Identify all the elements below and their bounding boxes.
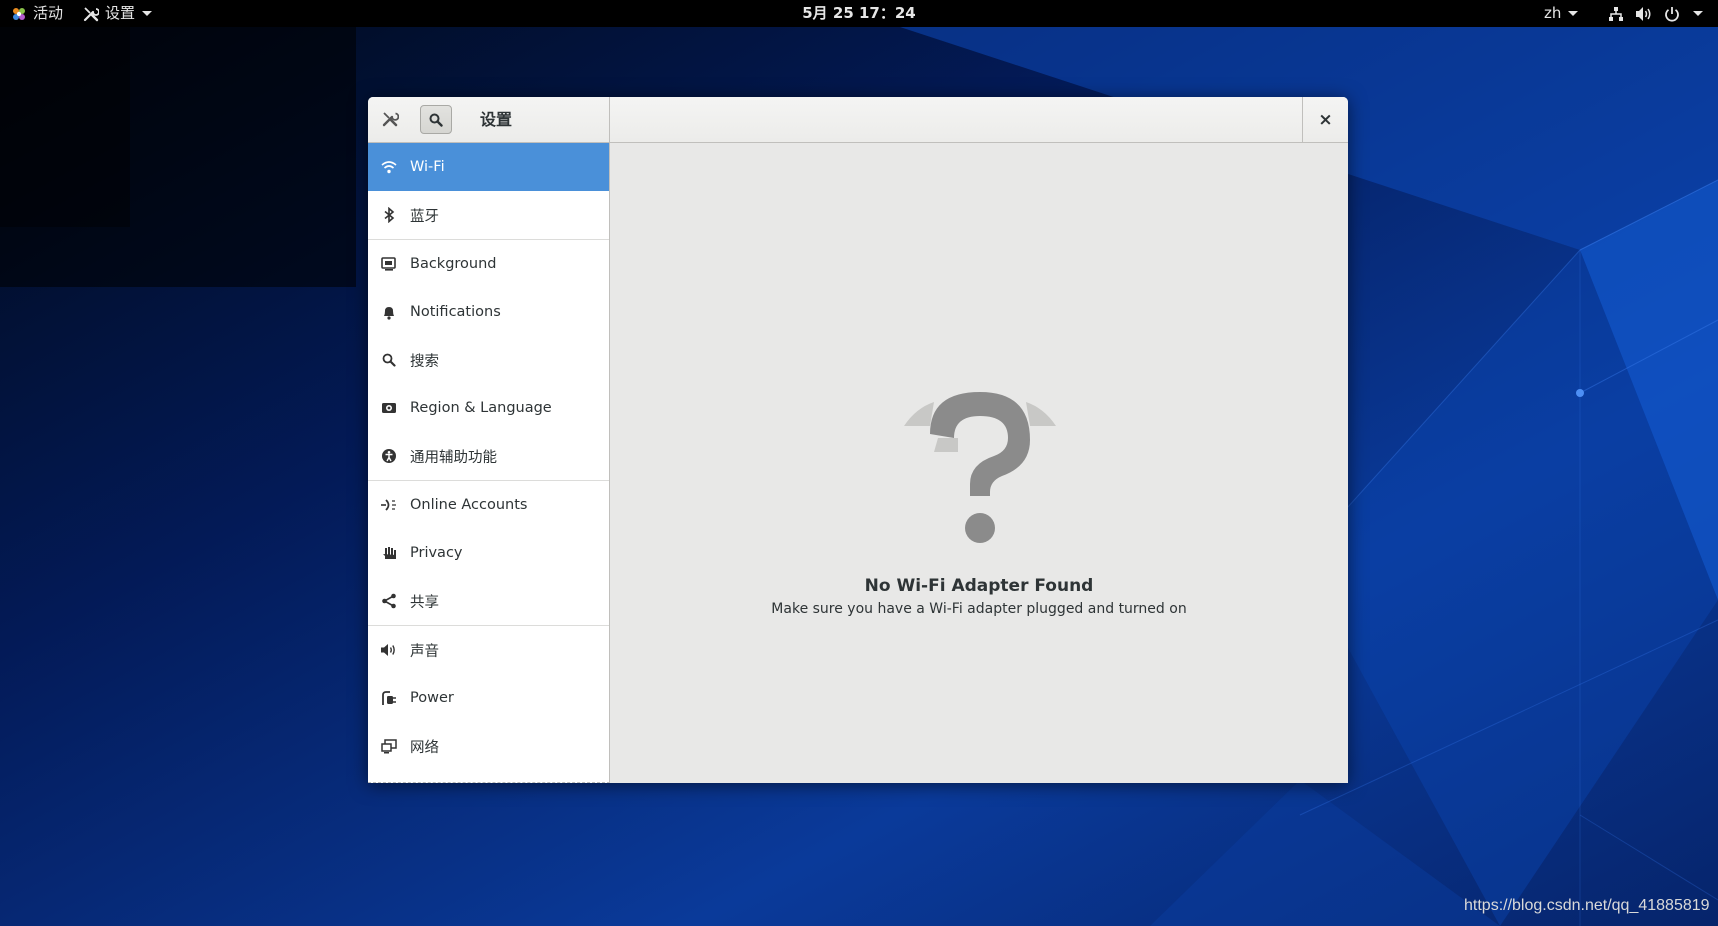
online-accounts-icon [380,496,398,514]
sidebar-item-background[interactable]: Background [368,240,609,288]
watermark: https://blog.csdn.net/qq_41885819 [1464,897,1710,914]
activities-logo-icon [10,5,28,23]
activities-button[interactable]: 活动 [10,0,63,27]
sidebar-item-wifi[interactable]: Wi-Fi [368,143,609,191]
share-icon [380,592,398,610]
sidebar-item-label: Privacy [410,545,463,561]
sidebar-item-label: 共享 [410,594,439,611]
settings-tools-icon [376,105,404,133]
app-menu-button[interactable]: 设置 [82,0,153,27]
sidebar-item-label: 通用辅助功能 [410,449,497,466]
sidebar-item-label: 蓝牙 [410,208,439,225]
bluetooth-icon [380,206,398,224]
sidebar-item-notifications[interactable]: Notifications [368,288,609,336]
sidebar-item-label: 网络 [410,739,439,756]
settings-tools-icon [82,5,100,23]
privacy-hand-icon [380,544,398,562]
sidebar-item-privacy[interactable]: Privacy [368,529,609,577]
language-menu[interactable]: zh [1544,0,1579,27]
sidebar-item-label: Wi-Fi [410,159,445,175]
empty-state-title: No Wi-Fi Adapter Found [864,576,1094,596]
window-title: 设置 [480,110,513,129]
clock-container: 5月 25 17：24 [0,0,1718,27]
wifi-icon [380,158,398,176]
search-icon [429,113,443,127]
header-bar: 设置 × [368,97,1348,143]
sidebar-item-network[interactable]: 网络 [368,722,609,770]
background-icon [380,255,398,273]
no-wifi-question-icon [898,378,1062,544]
sidebar-item-label: Online Accounts [410,497,528,513]
sidebar-item-accessibility[interactable]: 通用辅助功能 [368,432,609,481]
close-button[interactable]: × [1302,97,1348,142]
app-menu-label: 设置 [105,4,136,22]
power-plug-icon [380,689,398,707]
sidebar-item-label: 声音 [410,643,439,660]
sidebar-item-search[interactable]: 搜索 [368,336,609,384]
sidebar-item-sharing[interactable]: 共享 [368,577,609,626]
sidebar-header: 设置 [368,97,610,142]
network-icon [380,737,398,755]
activities-label: 活动 [33,4,64,22]
sidebar-item-label: Notifications [410,304,501,320]
sidebar-item-bluetooth[interactable]: 蓝牙 [368,191,609,240]
search-button[interactable] [420,105,452,134]
region-icon [380,399,398,417]
sidebar-item-power[interactable]: Power [368,674,609,722]
search-icon [380,351,398,369]
system-menu[interactable] [1607,0,1703,27]
sidebar-item-label: Background [410,256,497,272]
close-icon: × [1318,109,1333,130]
wifi-panel: No Wi-Fi Adapter Found Make sure you hav… [610,143,1348,783]
power-icon [1663,5,1681,23]
settings-window: 设置 × Wi-Fi 蓝牙 Background Notifications 搜… [368,97,1348,783]
sidebar-item-sound[interactable]: 声音 [368,626,609,674]
empty-state-description: Make sure you have a Wi-Fi adapter plugg… [771,601,1187,617]
chevron-down-icon [1568,11,1579,16]
accessibility-icon [380,447,398,465]
clock[interactable]: 5月 25 17：24 [802,0,916,27]
bell-icon [380,303,398,321]
speaker-icon [380,641,398,659]
sidebar-item-label: 搜索 [410,353,439,370]
sidebar-item-label: Region & Language [410,400,552,416]
sidebar-item-label: Power [410,690,454,706]
language-label: zh [1544,4,1562,22]
chevron-down-icon [1693,11,1703,16]
network-wired-icon [1607,5,1625,23]
volume-icon [1635,5,1653,23]
sidebar-item-online-accounts[interactable]: Online Accounts [368,481,609,529]
top-bar: 活动 设置 5月 25 17：24 zh [0,0,1718,27]
sidebar-item-region-language[interactable]: Region & Language [368,384,609,432]
chevron-down-icon [142,11,153,16]
scroll-edge-indicator [368,781,609,783]
settings-sidebar: Wi-Fi 蓝牙 Background Notifications 搜索 Reg… [368,143,610,783]
